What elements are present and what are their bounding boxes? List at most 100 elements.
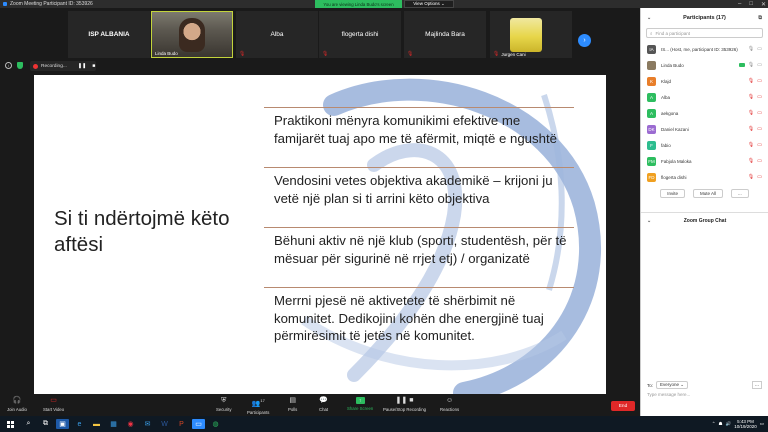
headphones-icon: 🎧	[12, 397, 22, 404]
security-button[interactable]: ⛨ Security	[216, 397, 232, 412]
participant-status: 🎙 ▭	[748, 174, 762, 180]
participant-tile[interactable]: flogerta dishi 🎙	[319, 11, 401, 58]
participant-row[interactable]: A Alba 🎙 ▭	[641, 89, 768, 105]
participant-row[interactable]: A aekgona 🎙 ▭	[641, 105, 768, 121]
participant-status: 🎙 ▭	[738, 62, 762, 68]
participant-status: 🎙 ▭	[748, 78, 762, 84]
windows-taskbar: ⌕ ⧉ ▣ e ▬ ▦ ◉ ✉ W P ▭ ◍ ⌃ ☗ 🔊 5:43 PM 10…	[0, 416, 768, 432]
avatar	[647, 60, 656, 70]
participant-status: 🎙 ▭	[748, 158, 762, 164]
avatar: FM	[647, 156, 656, 166]
participant-tile[interactable]: ISP ALBANIA	[68, 11, 150, 58]
next-page-arrow-icon[interactable]: ›	[578, 34, 591, 47]
mute-all-button[interactable]: Mute All	[692, 189, 723, 198]
tile-name: Alba	[270, 31, 284, 38]
tile-name-label: 🎙 Jurgen Cani	[493, 51, 526, 57]
video-off-icon: ▭	[50, 397, 57, 404]
start-video-button[interactable]: ▭ Start Video	[43, 397, 64, 412]
pause-stop-icon: ❚❚ ■	[395, 397, 414, 404]
stop-recording-icon[interactable]: ■	[92, 63, 95, 69]
camera-off-icon: ▭	[757, 142, 762, 148]
participant-name: IS... (Host, me, participant ID: 353926)	[661, 46, 738, 52]
task-view-icon[interactable]: ⧉	[39, 419, 52, 429]
participant-name: Daniel Kazani	[661, 126, 689, 132]
more-options-button[interactable]: ...	[731, 189, 749, 198]
participant-name: Klajd	[661, 78, 672, 84]
reactions-button[interactable]: ☺ Reactions	[440, 397, 459, 412]
chat-message-input[interactable]: Type message here...	[647, 392, 690, 397]
participants-count: 17	[260, 398, 265, 403]
participant-status: 🎙 ▭	[748, 110, 762, 116]
windows-app-icon[interactable]: ▣	[56, 419, 69, 429]
mic-muted-icon: 🎙	[747, 94, 755, 100]
mail-icon[interactable]: ✉	[141, 419, 154, 429]
close-icon[interactable]: ✕	[761, 1, 766, 8]
chevron-up-icon[interactable]: ⌃	[712, 421, 716, 427]
zoom-taskbar-icon[interactable]: ▭	[192, 419, 205, 429]
participant-tile[interactable]: Alba 🎙	[236, 11, 318, 58]
participant-name: Alba	[661, 94, 671, 100]
participant-row[interactable]: DK Daniel Kazani 🎙 ▭	[641, 121, 768, 137]
participants-icon: 👥17	[251, 398, 265, 408]
end-meeting-button[interactable]: End	[611, 401, 635, 411]
network-icon[interactable]: ☗	[719, 421, 723, 427]
windows-start-icon[interactable]	[2, 419, 18, 429]
maximize-icon[interactable]: □	[749, 1, 753, 7]
pause-recording-icon[interactable]: ❚❚	[78, 63, 86, 69]
mic-muted-icon: 🎙	[747, 110, 755, 116]
participant-row[interactable]: F fabio 🎙 ▭	[641, 137, 768, 153]
window-controls: – □ ✕	[738, 0, 766, 8]
tile-name-label: Linda Budo	[155, 51, 178, 56]
app-icon[interactable]: ◍	[209, 419, 222, 429]
join-audio-button[interactable]: 🎧 Join Audio	[7, 397, 27, 412]
collapse-chevron-icon[interactable]: ⌄	[647, 15, 651, 21]
search-icon[interactable]: ⌕	[22, 419, 35, 429]
clock[interactable]: 5:43 PM 10/19/2020	[734, 419, 757, 429]
slide-bullet: Merrni pjesë në aktivetete të shërbimit …	[274, 293, 544, 343]
volume-icon[interactable]: 🔊	[726, 421, 732, 427]
file-explorer-icon[interactable]: ▬	[90, 419, 103, 429]
participant-row[interactable]: FM Fabjola Maloka 🎙 ▭	[641, 153, 768, 169]
share-screen-button[interactable]: ↑ Share Screen	[347, 397, 373, 411]
recording-bar: i Recording... ❚❚ ■	[0, 59, 640, 73]
camera-icon: ▭	[757, 46, 762, 52]
encryption-shield-icon[interactable]	[17, 62, 23, 69]
gallery-strip: ISP ALBANIA Linda Budo Alba 🎙 flogerta d…	[0, 8, 640, 59]
participant-row[interactable]: K Klajd 🎙 ▭	[641, 73, 768, 89]
participant-search-input[interactable]: ⌕ Find a participant	[646, 28, 763, 38]
minimize-icon[interactable]: –	[738, 1, 741, 7]
participant-name: aekgona	[661, 110, 679, 116]
chrome-icon[interactable]: ◉	[124, 419, 137, 429]
pause-stop-recording-button[interactable]: ❚❚ ■ Pause/Stop Recording	[383, 397, 426, 412]
participants-panel: ⌄ Participants (17) ⧉ ⌕ Find a participa…	[640, 8, 768, 416]
view-options-button[interactable]: View Options ⌄	[404, 0, 454, 8]
notifications-icon[interactable]: ▭	[760, 421, 764, 427]
participants-header: ⌄ Participants (17) ⧉	[641, 8, 768, 28]
participant-video-tile[interactable]: Linda Budo	[151, 11, 233, 58]
participant-row[interactable]: IA IS... (Host, me, participant ID: 3539…	[641, 41, 768, 57]
avatar: A	[647, 92, 656, 102]
participant-tile[interactable]: Majlinda Bara 🎙	[404, 11, 486, 58]
edge-icon[interactable]: e	[73, 419, 86, 429]
chat-button[interactable]: 💬 Chat	[319, 397, 328, 412]
polls-button[interactable]: ▤ Polls	[288, 397, 297, 412]
store-icon[interactable]: ▦	[107, 419, 120, 429]
avatar: F	[647, 140, 656, 150]
info-icon[interactable]: i	[5, 62, 12, 69]
chat-more-button[interactable]: ...	[751, 381, 762, 389]
invite-button[interactable]: Invite	[660, 189, 685, 198]
avatar: K	[647, 76, 656, 86]
collapse-chevron-icon[interactable]: ⌄	[647, 218, 651, 224]
participant-row[interactable]: FD flogerta dishi 🎙 ▭	[641, 169, 768, 185]
word-icon[interactable]: W	[158, 419, 171, 429]
shared-screen-slide: Si ti ndërtojmë këto aftësi Praktikoni m…	[34, 75, 606, 394]
popout-icon[interactable]: ⧉	[758, 15, 762, 21]
participant-row[interactable]: Linda Budo 🎙 ▭	[641, 57, 768, 73]
chat-recipient-select[interactable]: Everyone ⌄	[656, 381, 689, 389]
camera-off-icon: ▭	[757, 110, 762, 116]
slide-divider	[264, 107, 574, 108]
powerpoint-icon[interactable]: P	[175, 419, 188, 429]
participant-tile[interactable]: 🎙 Jurgen Cani	[490, 11, 572, 58]
participants-button[interactable]: 👥17 Participants	[247, 397, 269, 415]
recording-dot-icon	[33, 63, 38, 69]
